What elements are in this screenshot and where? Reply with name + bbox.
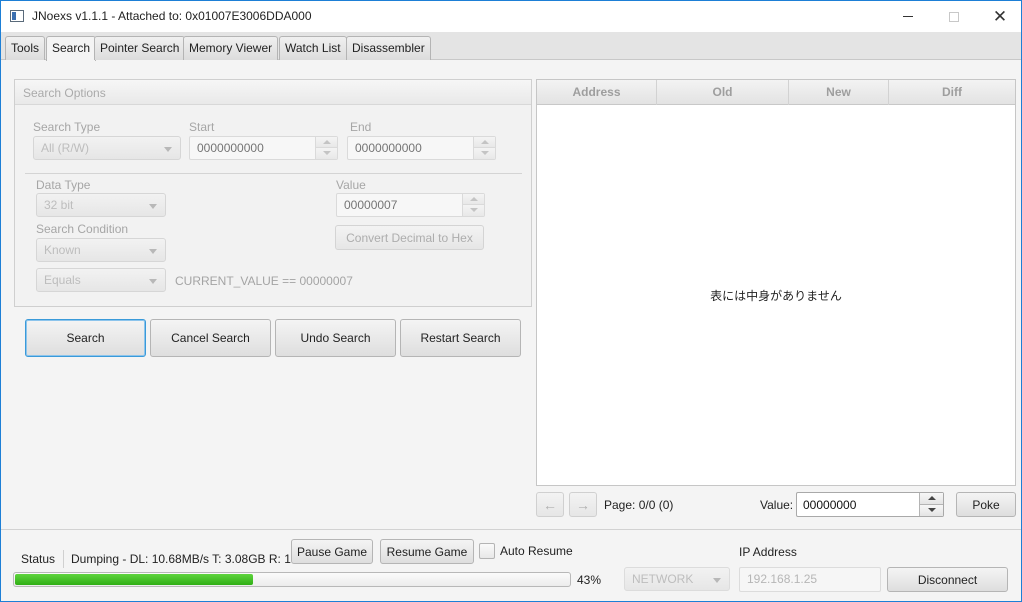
poke-value-input[interactable] (797, 493, 919, 516)
tab-bar: Tools Search Pointer Search Memory Viewe… (1, 32, 1021, 61)
app-window: JNoexs v1.1.1 - Attached to: 0x01007E300… (0, 0, 1022, 602)
close-button[interactable]: ✕ (977, 1, 1022, 32)
increment-icon[interactable] (316, 137, 337, 148)
end-label: End (350, 120, 372, 134)
search-type-select[interactable]: All (R/W) (33, 136, 181, 160)
search-type-label: Search Type (33, 120, 101, 134)
minimize-button[interactable] (885, 1, 931, 32)
divider (25, 173, 522, 174)
tab-disassembler[interactable]: Disassembler (346, 36, 431, 60)
column-header-diff[interactable]: Diff (889, 80, 1015, 105)
data-type-value: 32 bit (44, 198, 74, 212)
auto-resume-checkbox[interactable] (479, 543, 495, 559)
app-icon (10, 10, 24, 22)
search-options-title: Search Options (23, 86, 106, 100)
chevron-down-icon (713, 578, 721, 583)
comparison-value: Equals (44, 273, 81, 287)
page-indicator: Page: 0/0 (0) (604, 498, 674, 512)
convert-decimal-to-hex-button[interactable]: Convert Decimal to Hex (335, 225, 484, 250)
tab-watch-list[interactable]: Watch List (279, 36, 347, 60)
window-title: JNoexs v1.1.1 - Attached to: 0x01007E300… (32, 9, 312, 23)
chevron-down-icon (164, 147, 172, 152)
search-expression: CURRENT_VALUE == 00000007 (175, 274, 353, 288)
chevron-down-icon (149, 204, 157, 209)
search-options-panel: Search Options Search Type All (R/W) Sta… (14, 79, 532, 307)
tab-memory-viewer[interactable]: Memory Viewer (183, 36, 279, 60)
chevron-down-icon (149, 279, 157, 284)
separator (63, 550, 64, 568)
column-header-address[interactable]: Address (537, 80, 657, 105)
increment-icon[interactable] (463, 194, 484, 205)
decrement-icon[interactable] (474, 148, 495, 159)
status-label: Status (21, 552, 56, 566)
disconnect-button[interactable]: Disconnect (887, 567, 1008, 592)
data-type-select[interactable]: 32 bit (36, 193, 166, 217)
poke-value-spinner (796, 492, 944, 517)
decrement-icon[interactable] (316, 148, 337, 159)
tab-search[interactable]: Search (46, 36, 97, 61)
maximize-icon (949, 11, 959, 22)
search-condition-select[interactable]: Known (36, 238, 166, 262)
start-label: Start (189, 120, 215, 134)
increment-icon[interactable] (920, 493, 943, 505)
search-condition-value: Known (44, 243, 81, 257)
search-type-value: All (R/W) (41, 141, 89, 155)
chevron-down-icon (149, 249, 157, 254)
increment-icon[interactable] (474, 137, 495, 148)
ip-address-label: IP Address (739, 545, 797, 559)
end-address-input[interactable] (348, 137, 473, 159)
search-button[interactable]: Search (25, 319, 146, 357)
resume-game-button[interactable]: Resume Game (380, 539, 474, 564)
progress-percent: 43% (577, 573, 602, 587)
ip-address-input[interactable]: 192.168.1.25 (739, 567, 881, 592)
progress-bar (13, 572, 571, 587)
pause-game-button[interactable]: Pause Game (291, 539, 373, 564)
progress-fill (15, 574, 253, 585)
start-address-input[interactable] (190, 137, 315, 159)
value-spinner (336, 193, 485, 217)
poke-value-label: Value: (760, 498, 794, 512)
poke-button[interactable]: Poke (956, 492, 1016, 517)
previous-page-button[interactable]: ← (536, 492, 564, 517)
next-page-button[interactable]: → (569, 492, 597, 517)
comparison-select[interactable]: Equals (36, 268, 166, 292)
restart-search-button[interactable]: Restart Search (400, 319, 521, 357)
table-header: Address Old New Diff (537, 80, 1015, 105)
search-value-input[interactable] (337, 194, 462, 216)
search-condition-label: Search Condition (36, 222, 129, 236)
decrement-icon[interactable] (463, 205, 484, 216)
column-header-new[interactable]: New (789, 80, 889, 105)
results-table[interactable]: Address Old New Diff 表には中身がありません (536, 79, 1016, 486)
decrement-icon[interactable] (920, 505, 943, 516)
end-address-spinner (347, 136, 496, 160)
maximize-button[interactable] (931, 1, 977, 32)
connection-type-select[interactable]: NETWORK (624, 567, 730, 591)
arrow-right-icon: → (576, 496, 590, 513)
title-bar: JNoexs v1.1.1 - Attached to: 0x01007E300… (1, 1, 1021, 32)
table-empty-message: 表には中身がありません (710, 289, 842, 303)
minimize-icon (903, 16, 913, 17)
start-address-spinner (189, 136, 338, 160)
connection-type-value: NETWORK (632, 572, 694, 586)
value-label: Value (336, 178, 366, 192)
undo-search-button[interactable]: Undo Search (275, 319, 396, 357)
status-message: Dumping - DL: 10.68MB/s T: 3.08GB R: 1.7 (71, 552, 291, 566)
search-options-header: Search Options (15, 80, 531, 105)
arrow-left-icon: ← (543, 496, 557, 513)
data-type-label: Data Type (36, 178, 91, 192)
auto-resume-label: Auto Resume (500, 544, 573, 558)
tab-tools[interactable]: Tools (5, 36, 46, 60)
status-bar: Status Dumping - DL: 10.68MB/s T: 3.08GB… (1, 529, 1021, 601)
column-header-old[interactable]: Old (657, 80, 789, 105)
cancel-search-button[interactable]: Cancel Search (150, 319, 271, 357)
tab-pointer-search[interactable]: Pointer Search (94, 36, 186, 60)
close-icon: ✕ (992, 6, 1008, 26)
